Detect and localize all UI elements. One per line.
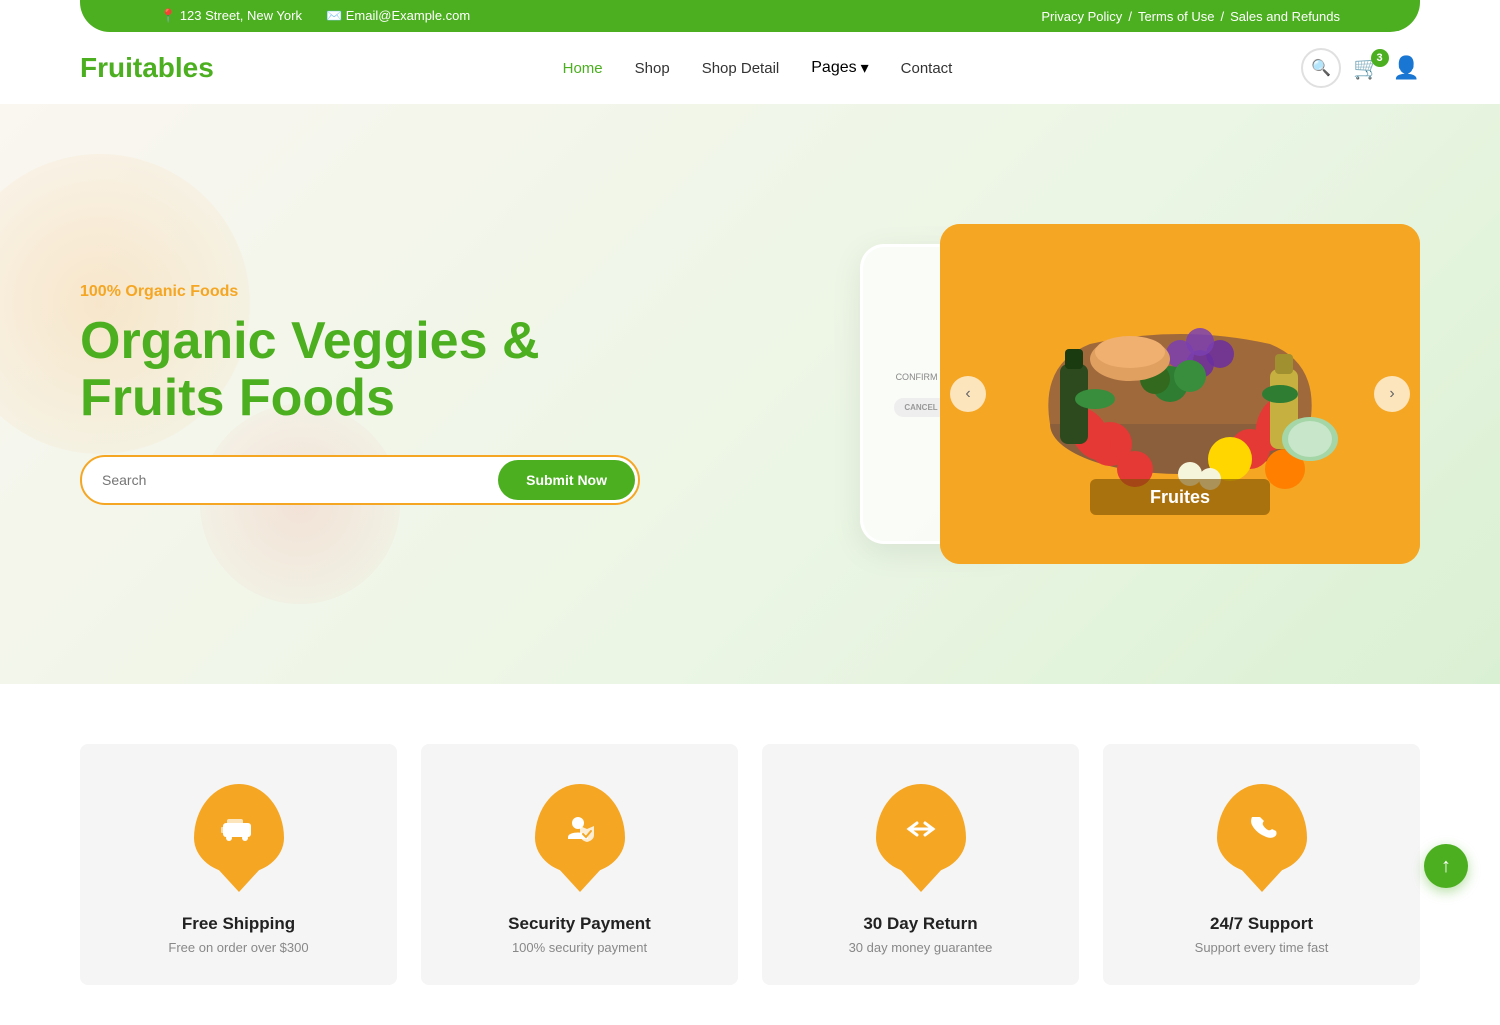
top-bar-left: 📍 123 Street, New York ✉️ Email@Example.… [160, 8, 470, 24]
phone-icon [1242, 809, 1282, 849]
nav: Home Shop Shop Detail Pages ▾ Contact [563, 58, 953, 78]
email: ✉️ Email@Example.com [326, 8, 470, 24]
carousel-next-button[interactable]: › [1374, 376, 1410, 412]
payment-teardrop [535, 784, 625, 874]
scroll-top-button[interactable]: ↑ [1424, 844, 1468, 888]
feature-card-return: 30 Day Return 30 day money guarantee [762, 744, 1079, 985]
header-icons: 🔍 🛒 3 👤 [1301, 48, 1420, 88]
address: 📍 123 Street, New York [160, 8, 302, 24]
sales-link[interactable]: Sales and Refunds [1230, 9, 1340, 24]
feature-desc-payment: 100% security payment [512, 940, 647, 955]
hero-carousel: Fruites ‹ › [940, 224, 1420, 564]
nav-contact[interactable]: Contact [901, 60, 953, 77]
terms-link[interactable]: Terms of Use [1138, 9, 1215, 24]
user-icon: 👤 [1393, 55, 1420, 80]
hero-subtitle: 100% Organic Foods [80, 283, 680, 301]
feature-desc-support: Support every time fast [1195, 940, 1329, 955]
hero-search-bar: Submit Now [80, 455, 640, 505]
return-icon-wrap [871, 784, 971, 894]
hero-content: 100% Organic Foods Organic Veggies & Fru… [0, 283, 680, 505]
submit-button[interactable]: Submit Now [498, 460, 635, 500]
feature-title-support: 24/7 Support [1210, 914, 1313, 934]
shipping-icon-wrap [189, 784, 289, 894]
shipping-teardrop [194, 784, 284, 874]
search-icon: 🔍 [1311, 58, 1331, 78]
hero-section: 100% Organic Foods Organic Veggies & Fru… [0, 104, 1500, 684]
search-input[interactable] [82, 460, 495, 500]
features-section: Free Shipping Free on order over $300 Se… [0, 684, 1500, 1025]
cart-badge: 3 [1371, 49, 1389, 67]
car-icon [219, 809, 259, 849]
user-button[interactable]: 👤 [1393, 55, 1420, 81]
feature-desc-shipping: Free on order over $300 [168, 940, 308, 955]
privacy-policy-link[interactable]: Privacy Policy [1041, 9, 1122, 24]
search-button[interactable]: 🔍 [1301, 48, 1341, 88]
feature-title-return: 30 Day Return [863, 914, 977, 934]
top-bar: 📍 123 Street, New York ✉️ Email@Example.… [80, 0, 1420, 32]
feature-card-support: 24/7 Support Support every time fast [1103, 744, 1420, 985]
nav-pages[interactable]: Pages ▾ [811, 58, 868, 78]
top-bar-right: Privacy Policy / Terms of Use / Sales an… [1041, 9, 1340, 24]
return-teardrop [876, 784, 966, 874]
return-icon [901, 809, 941, 849]
payment-icon-wrap [530, 784, 630, 894]
fruit-illustration: Fruites [940, 224, 1420, 564]
feature-title-payment: Security Payment [508, 914, 651, 934]
header: Fruitables Home Shop Shop Detail Pages ▾… [0, 32, 1500, 104]
feature-desc-return: 30 day money guarantee [849, 940, 993, 955]
feature-card-shipping: Free Shipping Free on order over $300 [80, 744, 397, 985]
carousel-inner: Fruites ‹ › [940, 224, 1420, 564]
hero-title: Organic Veggies & Fruits Foods [80, 313, 680, 427]
feature-card-payment: Security Payment 100% security payment [421, 744, 738, 985]
feature-title-shipping: Free Shipping [182, 914, 295, 934]
cart-button[interactable]: 🛒 3 [1353, 55, 1380, 81]
nav-shop[interactable]: Shop [635, 60, 670, 77]
nav-home[interactable]: Home [563, 60, 603, 77]
support-icon-wrap [1212, 784, 1312, 894]
shield-icon [560, 809, 600, 849]
nav-shop-detail[interactable]: Shop Detail [702, 60, 780, 77]
chevron-down-icon: ▾ [861, 58, 869, 78]
carousel-prev-button[interactable]: ‹ [950, 376, 986, 412]
logo: Fruitables [80, 52, 214, 84]
svg-text:Fruites: Fruites [1150, 487, 1210, 507]
support-teardrop [1217, 784, 1307, 874]
